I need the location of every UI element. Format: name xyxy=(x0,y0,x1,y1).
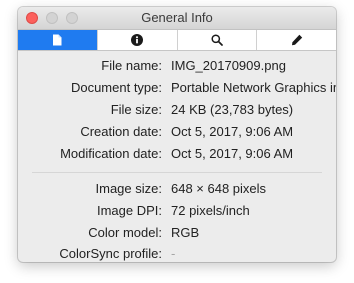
magnifier-icon xyxy=(211,34,223,46)
info-row-creation-date: Creation date: Oct 5, 2017, 9:06 AM xyxy=(18,122,336,142)
info-label: Image size: xyxy=(95,181,162,196)
info-row-color-model: Color model: RGB xyxy=(18,223,336,243)
window-title: General Info xyxy=(141,10,213,25)
info-row-image-dpi: Image DPI: 72 pixels/inch xyxy=(18,201,336,221)
info-label: Modification date: xyxy=(60,146,162,161)
info-label: ColorSync profile: xyxy=(59,246,162,261)
info-panel: File name: IMG_20170909.png Document typ… xyxy=(18,51,336,262)
pencil-icon xyxy=(291,34,303,46)
info-row-document-type: Document type: Portable Network Graphics… xyxy=(18,78,336,98)
tab-search[interactable] xyxy=(178,30,258,50)
info-label: Image DPI: xyxy=(96,203,162,218)
info-value: Oct 5, 2017, 9:06 AM xyxy=(171,124,294,139)
title-bar[interactable]: General Info xyxy=(18,7,336,30)
section-divider xyxy=(32,172,322,173)
info-value: 648 × 648 pixels xyxy=(171,181,267,196)
info-icon xyxy=(131,34,144,46)
info-label: File name: xyxy=(101,58,162,73)
info-row-image-size: Image size: 648 × 648 pixels xyxy=(18,179,336,199)
info-value: Oct 5, 2017, 9:06 AM xyxy=(171,146,294,161)
info-label: File size: xyxy=(110,102,162,117)
info-row-file-name: File name: IMG_20170909.png xyxy=(18,56,336,76)
tab-info[interactable] xyxy=(98,30,178,50)
info-label: Creation date: xyxy=(80,124,162,139)
document-icon xyxy=(52,34,62,46)
info-row-modification-date: Modification date: Oct 5, 2017, 9:06 AM xyxy=(18,144,336,164)
info-value: 24 KB (23,783 bytes) xyxy=(171,102,294,117)
inspector-tabs xyxy=(18,30,336,51)
general-info-window: General Info File name: IMG_20170909.png… xyxy=(18,7,336,262)
info-value: Portable Network Graphics image xyxy=(171,80,336,95)
info-value: - xyxy=(171,246,176,261)
info-row-colorsync-profile: ColorSync profile: - xyxy=(18,244,336,262)
tab-annotate[interactable] xyxy=(257,30,336,50)
info-row-file-size: File size: 24 KB (23,783 bytes) xyxy=(18,100,336,120)
info-value: 72 pixels/inch xyxy=(171,203,250,218)
info-label: Color model: xyxy=(88,225,162,240)
info-value: RGB xyxy=(171,225,200,240)
tab-general[interactable] xyxy=(18,30,98,50)
info-label: Document type: xyxy=(70,80,162,95)
info-value: IMG_20170909.png xyxy=(171,58,286,73)
